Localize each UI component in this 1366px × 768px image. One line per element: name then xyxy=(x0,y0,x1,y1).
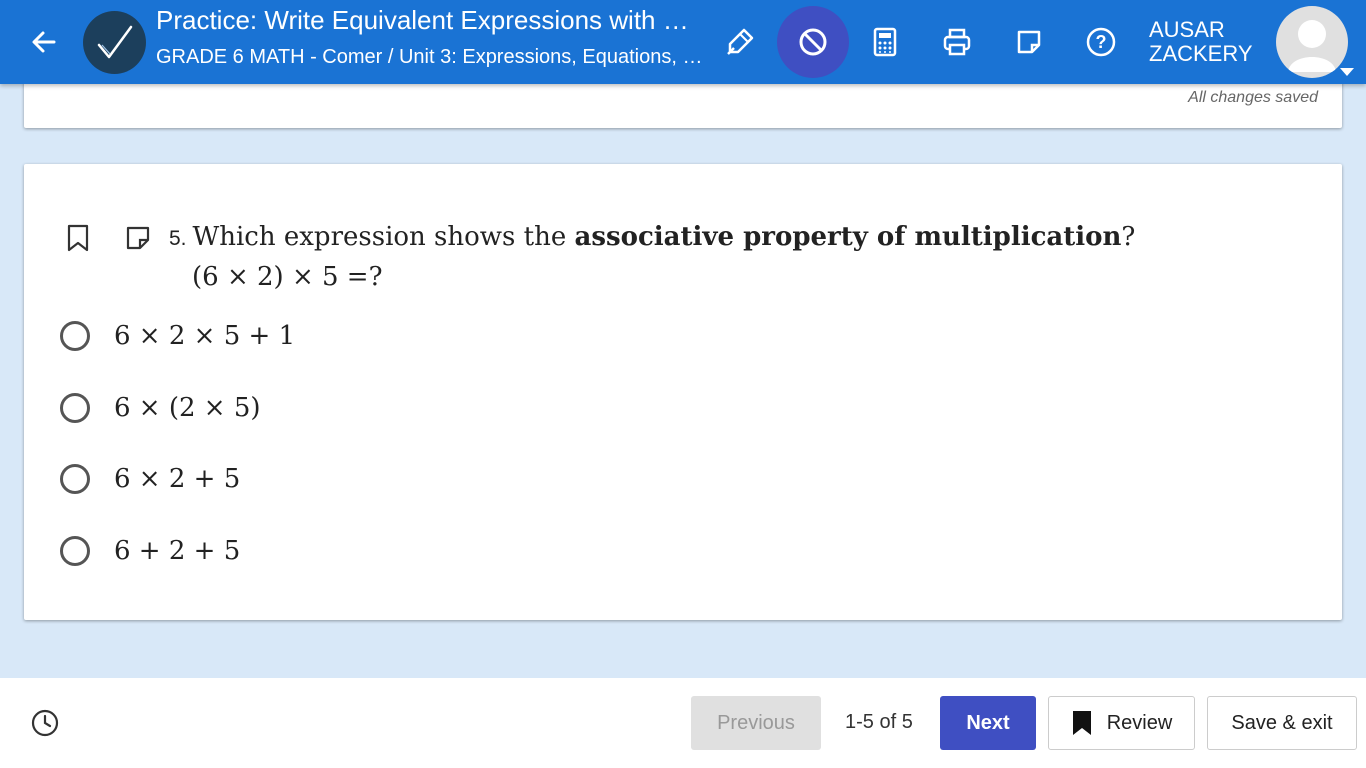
radio-button[interactable] xyxy=(60,321,90,351)
radio-button[interactable] xyxy=(60,464,90,494)
checkmark-logo-icon xyxy=(83,11,146,74)
question-expression: (6 × 2) × 5 =? xyxy=(192,262,383,292)
avatar[interactable] xyxy=(1276,6,1348,78)
print-icon[interactable] xyxy=(935,20,979,64)
review-button[interactable]: Review xyxy=(1048,696,1195,750)
question-number: 5. xyxy=(169,227,187,250)
user-name: AUSAR ZACKERY xyxy=(1149,17,1253,66)
question-prompt: 5. Which expression shows the associative… xyxy=(169,222,1136,252)
option-label: 6 × (2 × 5) xyxy=(114,393,261,423)
answer-option-c[interactable]: 6 × 2 + 5 xyxy=(60,457,760,501)
calculator-icon[interactable] xyxy=(863,20,907,64)
highlighter-icon[interactable] xyxy=(718,20,762,64)
save-exit-button[interactable]: Save & exit xyxy=(1207,696,1357,750)
answer-option-b[interactable]: 6 × (2 × 5) xyxy=(60,386,760,430)
radio-button[interactable] xyxy=(60,393,90,423)
option-label: 6 + 2 + 5 xyxy=(114,536,241,566)
footer-bar: Previous 1-5 of 5 Next Review Save & exi… xyxy=(0,678,1366,768)
bookmark-filled-icon xyxy=(1072,711,1091,735)
eliminate-answer-icon[interactable] xyxy=(777,6,849,78)
bookmark-icon[interactable] xyxy=(64,224,92,252)
answer-option-d[interactable]: 6 + 2 + 5 xyxy=(60,529,760,573)
question-card: 5. Which expression shows the associative… xyxy=(24,164,1342,620)
chevron-down-icon[interactable] xyxy=(1340,68,1354,76)
note-icon[interactable] xyxy=(124,224,152,252)
next-button[interactable]: Next xyxy=(940,696,1036,750)
clock-icon[interactable] xyxy=(30,708,60,738)
previous-button[interactable]: Previous xyxy=(691,696,821,750)
sticky-note-icon[interactable] xyxy=(1007,20,1051,64)
option-label: 6 × 2 + 5 xyxy=(114,464,241,494)
back-arrow-icon[interactable] xyxy=(24,22,64,62)
save-status: All changes saved xyxy=(1188,89,1318,106)
option-label: 6 × 2 × 5 + 1 xyxy=(114,321,296,351)
help-icon[interactable]: ? xyxy=(1079,20,1123,64)
review-label: Review xyxy=(1106,711,1173,734)
page-count: 1-5 of 5 xyxy=(845,711,913,733)
breadcrumb: GRADE 6 MATH - Comer / Unit 3: Expressio… xyxy=(156,46,706,68)
app-header: Practice: Write Equivalent Expressions w… xyxy=(0,0,1366,84)
svg-text:?: ? xyxy=(1096,32,1107,52)
assignment-title: Practice: Write Equivalent Expressions w… xyxy=(156,5,701,35)
radio-button[interactable] xyxy=(60,536,90,566)
answer-option-a[interactable]: 6 × 2 × 5 + 1 xyxy=(60,314,760,358)
